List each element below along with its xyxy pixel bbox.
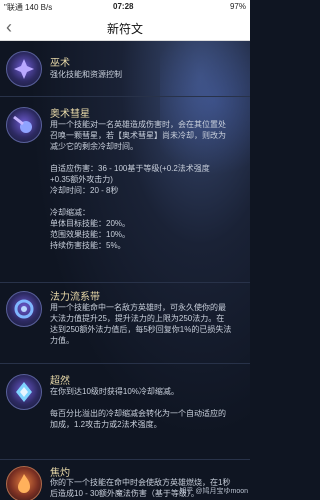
rune-desc-line: 加成，1.2攻击力或2法术强度。: [50, 420, 162, 429]
page-title: 新符文: [106, 22, 143, 36]
rune-desc-line: 冷却时间：20 - 8秒: [50, 186, 119, 195]
rune-desc-line: 持续伤害技能：5%。: [50, 241, 126, 250]
rune-desc-line: 减少它的剩余冷却时间。: [50, 142, 138, 151]
rune-desc-line: 范围效果技能：10%。: [50, 230, 131, 239]
battery-level: 97%: [229, 2, 246, 11]
rune-item-transcendence[interactable]: 超然 在你到达10级时获得10%冷却缩减。 每百分比溢出的冷却缩减会转化为一个自…: [0, 364, 250, 459]
rune-desc-line: 召唤一颗彗星，若【奥术彗星】尚未冷却，则改为: [50, 131, 226, 140]
rune-desc-line: 达到250额外法力值后，每5秒回复你1%的已损失法: [50, 325, 232, 334]
rune-name: 巫术: [50, 58, 70, 69]
rune-desc-line: 冷却缩减：: [50, 208, 90, 217]
manaflow-rune-icon: [6, 291, 42, 327]
rune-desc-line: 单体目标技能：20%。: [50, 219, 131, 228]
carrier-network-speed: "联通 140 B/s: [4, 3, 53, 12]
rune-desc-line: 每百分比溢出的冷却缩减会转化为一个自动适应的: [50, 409, 226, 418]
rune-name: 超然: [50, 376, 70, 387]
transcendence-rune-icon: [6, 374, 42, 410]
sorcery-rune-icon: [6, 51, 42, 87]
scorch-rune-icon: [6, 466, 42, 500]
rune-item-sorcery[interactable]: 巫术 强化技能和资源控制: [0, 41, 250, 96]
rune-desc-line: 后造成10 - 30额外魔法伤害（基于等级）。: [50, 489, 199, 498]
rune-desc-line: 用一个技能对一名英雄造成伤害时，会在其位置处: [50, 120, 226, 129]
rune-name: 奥术彗星: [50, 109, 90, 120]
status-bar: "联通 140 B/s 07:28 97%: [0, 0, 250, 14]
rune-list[interactable]: 巫术 强化技能和资源控制 奥术彗星 用一个技能对一名英雄造成伤害时，会在其位置处…: [0, 41, 250, 500]
rune-desc-line: 自适应伤害：36 - 100基于等级(+0.2法术强度: [50, 164, 210, 173]
rune-item-arcane-comet[interactable]: 奥术彗星 用一个技能对一名英雄造成伤害时，会在其位置处 召唤一颗彗星，若【奥术彗…: [0, 97, 250, 282]
rune-desc-line: 力值。: [50, 336, 74, 345]
rune-desc-line: 大法力值提升25，提升法力的上限为250法力。在: [50, 314, 225, 323]
rune-item-manaflow-band[interactable]: 法力流系带 用一个技能命中一名敌方英雄时，可永久使你的最 大法力值提升25，提升…: [0, 283, 250, 363]
rune-name: 法力流系带: [50, 292, 100, 303]
rune-desc-line: 用一个技能命中一名敌方英雄时，可永久使你的最: [50, 303, 226, 312]
rune-desc-line: 在你到达10级时获得10%冷却缩减。: [50, 387, 179, 396]
rune-desc-line: 强化技能和资源控制: [50, 70, 122, 79]
rune-desc-line: +0.35额外攻击力): [50, 175, 113, 184]
clock: 07:28: [113, 2, 134, 11]
comet-rune-icon: [6, 107, 42, 143]
watermark: 知乎 @鸠月宝ゆmoon: [179, 488, 248, 495]
nav-bar: ‹ 新符文: [0, 14, 250, 41]
